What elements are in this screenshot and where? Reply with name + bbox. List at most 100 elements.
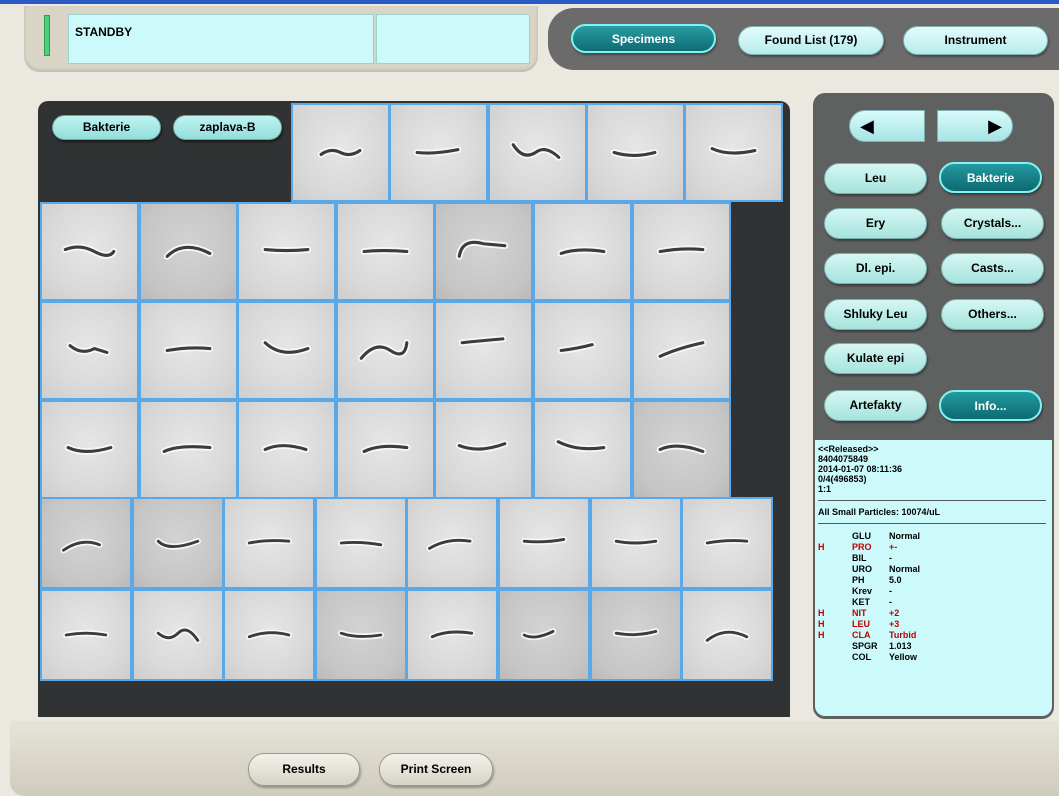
bacterium-icon: [163, 344, 214, 354]
urinalysis-name: PRO: [852, 542, 872, 552]
category-shluky-leu-button[interactable]: Shluky Leu: [824, 299, 927, 330]
particle-image-tile[interactable]: [237, 400, 336, 499]
particle-image-tile[interactable]: [223, 589, 315, 681]
urinalysis-value: Normal: [889, 531, 921, 541]
prev-page-button[interactable]: ◀: [849, 110, 925, 142]
urinalysis-flag: H: [818, 630, 825, 640]
bacterium-icon: [261, 246, 312, 254]
bacterium-icon: [61, 243, 118, 259]
specimens-tab[interactable]: Specimens: [571, 24, 716, 53]
urinalysis-value: +2: [889, 608, 900, 618]
particle-image-tile[interactable]: [434, 202, 533, 301]
particle-image-tile[interactable]: [336, 202, 435, 301]
urinalysis-name: Krev: [852, 586, 873, 596]
bacterium-icon: [521, 628, 557, 641]
instrument-tab[interactable]: Instrument: [903, 26, 1048, 55]
category-crystals-button[interactable]: Crystals...: [941, 208, 1044, 239]
particle-image-tile[interactable]: [590, 497, 682, 589]
status-indicator: [44, 15, 50, 56]
particle-image-tile[interactable]: [632, 400, 731, 499]
particle-image-tile[interactable]: [681, 497, 773, 589]
info-button[interactable]: Info...: [939, 390, 1042, 421]
particle-image-tile[interactable]: [498, 589, 590, 681]
category-others-button[interactable]: Others...: [941, 299, 1044, 330]
particle-image-tile[interactable]: [590, 589, 682, 681]
particle-image-tile[interactable]: [632, 202, 731, 301]
urinalysis-name: PH: [852, 575, 865, 585]
bacterium-icon: [509, 141, 563, 161]
category-bakterie-button[interactable]: Bakterie: [939, 162, 1042, 193]
results-button[interactable]: Results: [248, 753, 360, 786]
particle-image-tile[interactable]: [533, 400, 632, 499]
particle-image-tile[interactable]: [336, 400, 435, 499]
urinalysis-flag: H: [818, 619, 825, 629]
status-text: STANDBY: [68, 14, 374, 64]
bacterium-icon: [613, 538, 659, 547]
particle-image-tile[interactable]: [40, 202, 139, 301]
category-dl-epi-button[interactable]: Dl. epi.: [824, 253, 927, 284]
particle-image-tile[interactable]: [315, 497, 407, 589]
particle-image-tile[interactable]: [40, 589, 132, 681]
particle-image-tile[interactable]: [40, 301, 139, 400]
bacterium-icon: [246, 629, 292, 640]
print-screen-button[interactable]: Print Screen: [379, 753, 493, 786]
particle-image-tile[interactable]: [488, 103, 587, 202]
urinalysis-value: 1.013: [889, 641, 912, 651]
category-ery-button[interactable]: Ery: [824, 208, 927, 239]
particle-image-tile[interactable]: [406, 589, 498, 681]
particle-image-tile[interactable]: [389, 103, 488, 202]
bacterium-icon: [426, 537, 474, 552]
urinalysis-name: COL: [852, 652, 871, 662]
particle-image-tile[interactable]: [139, 202, 238, 301]
arrow-right-icon: ▶: [988, 116, 1002, 136]
particle-image-tile[interactable]: [132, 589, 224, 681]
particle-image-tile[interactable]: [434, 400, 533, 499]
dilution: 1:1: [818, 484, 832, 494]
particle-image-tile[interactable]: [40, 497, 132, 589]
next-page-button[interactable]: ▶: [937, 110, 1013, 142]
particle-image-tile[interactable]: [533, 301, 632, 400]
urinalysis-flag: H: [818, 542, 825, 552]
sample-datetime: 2014-01-07 08:11:36: [818, 464, 903, 474]
particle-image-tile[interactable]: [681, 589, 773, 681]
bacterium-icon: [246, 537, 292, 547]
particle-image-tile[interactable]: [40, 400, 139, 499]
urinalysis-name: URO: [852, 564, 872, 574]
category-artefakty-button[interactable]: Artefakty: [824, 390, 927, 421]
urinalysis-value: -: [889, 553, 892, 563]
bacterium-icon: [656, 442, 707, 455]
particle-image-tile[interactable]: [498, 497, 590, 589]
urinalysis-value: +3: [889, 619, 900, 629]
urinalysis-flag: [818, 553, 852, 564]
particle-image-tile[interactable]: [237, 301, 336, 400]
particle-image-tile[interactable]: [223, 497, 315, 589]
particle-image-tile[interactable]: [434, 301, 533, 400]
bacterium-icon: [455, 440, 509, 453]
category-leu-button[interactable]: Leu: [824, 163, 927, 194]
urinalysis-value: +-: [889, 542, 898, 552]
particle-image-tile[interactable]: [315, 589, 407, 681]
category-kulate-epi-button[interactable]: Kulate epi: [824, 343, 927, 374]
particle-image-tile[interactable]: [533, 202, 632, 301]
bacterium-icon: [557, 246, 608, 257]
urinalysis-flag: [818, 597, 852, 608]
bacterium-icon: [64, 444, 115, 455]
particle-image-tile[interactable]: [586, 103, 685, 202]
particle-image-tile[interactable]: [237, 202, 336, 301]
particle-image-tile[interactable]: [632, 301, 731, 400]
particle-image-tile[interactable]: [139, 400, 238, 499]
particle-image-tile[interactable]: [139, 301, 238, 400]
particle-image-tile[interactable]: [291, 103, 390, 202]
particle-image-tile[interactable]: [132, 497, 224, 589]
urinalysis-value: -: [889, 597, 892, 607]
sample-id: 8404075849: [818, 454, 869, 464]
particle-image-tile[interactable]: [684, 103, 783, 202]
urinalysis-value: Yellow: [889, 652, 918, 662]
divider: [818, 523, 1046, 524]
urinalysis-row: BIL -: [818, 553, 1052, 564]
particle-image-tile[interactable]: [336, 301, 435, 400]
found-list-tab[interactable]: Found List (179): [738, 26, 884, 55]
particle-image-tile[interactable]: [406, 497, 498, 589]
category-casts-button[interactable]: Casts...: [941, 253, 1044, 284]
bacterium-icon: [317, 147, 364, 158]
